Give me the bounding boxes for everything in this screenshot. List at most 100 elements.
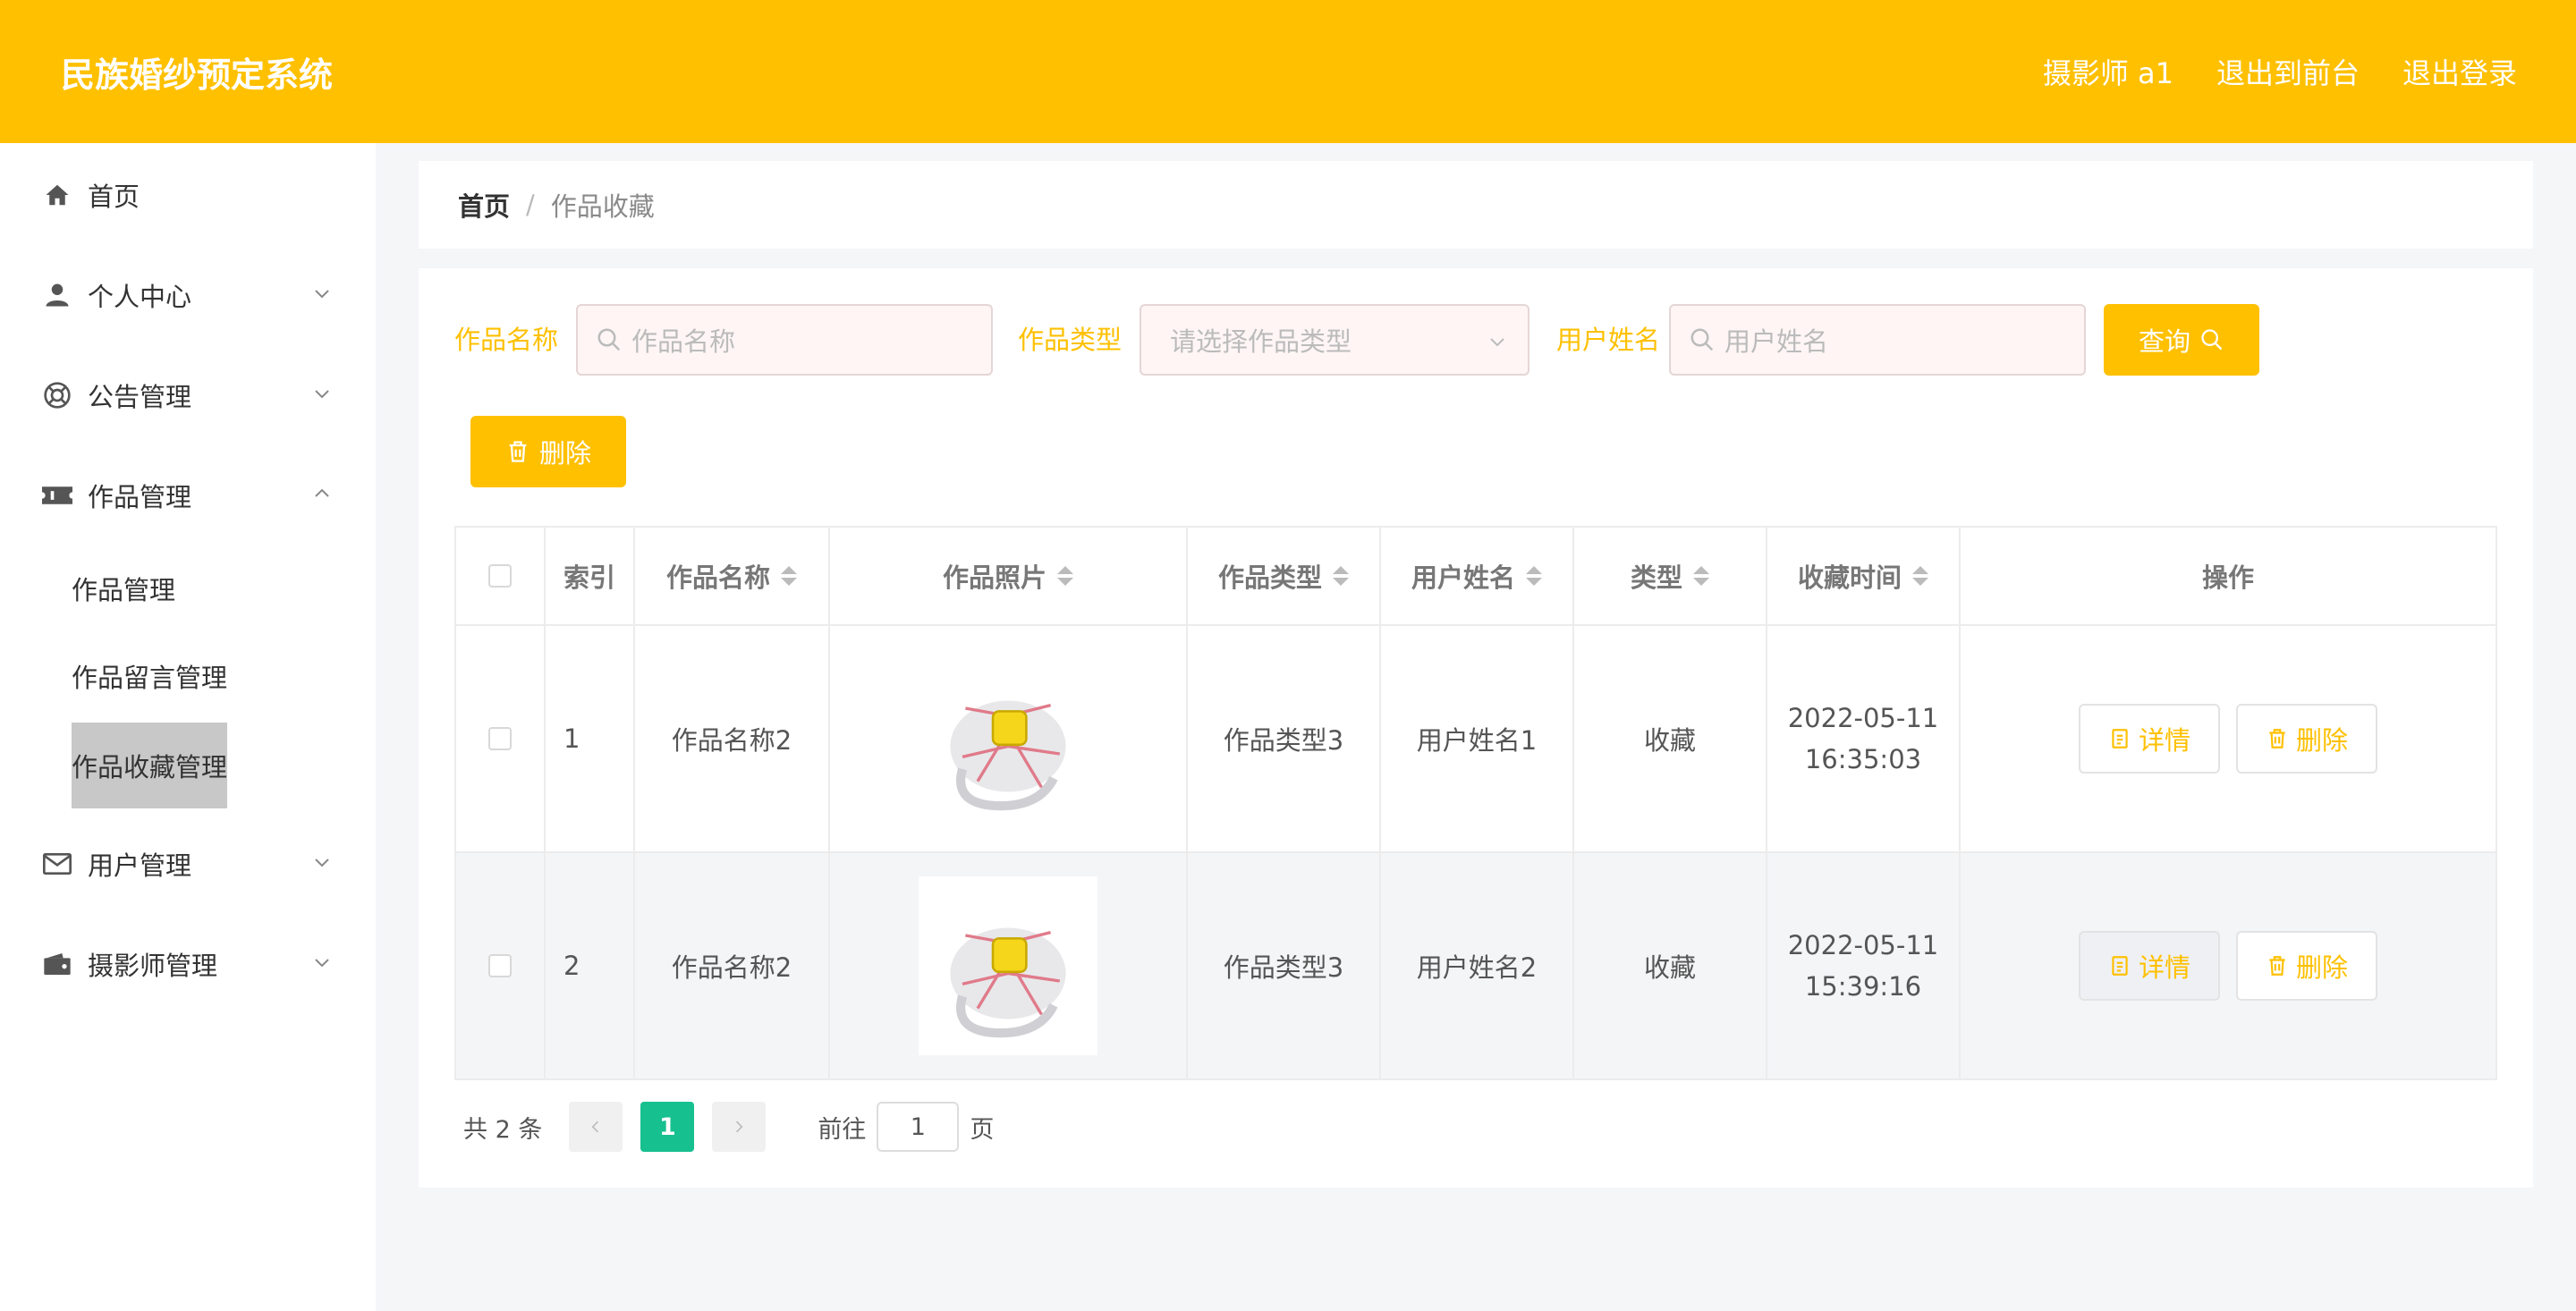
chevron-down-icon: [315, 390, 329, 399]
sidebar-item-label: 公告管理: [88, 382, 192, 412]
exit-to-frontend-link[interactable]: 退出到前台: [2216, 51, 2360, 92]
cell-kind: 收藏: [1574, 853, 1767, 1078]
document-icon: [2112, 956, 2128, 976]
header-user-name[interactable]: 用户姓名: [1381, 528, 1574, 624]
goto-label: 前往: [818, 1115, 867, 1144]
prev-page-button[interactable]: [569, 1102, 623, 1152]
cell-actions: 详情 删除: [1961, 626, 2496, 851]
detail-button[interactable]: 详情: [2079, 931, 2220, 1001]
query-button[interactable]: 查询: [2104, 304, 2259, 376]
work-type-placeholder: 请选择作品类型: [1170, 326, 1352, 357]
goto-page-input[interactable]: 1: [877, 1102, 960, 1152]
home-icon: [41, 179, 73, 211]
work-name-label: 作品名称: [454, 325, 559, 355]
sidebar-item-home[interactable]: 首页: [0, 145, 376, 245]
row-checkbox[interactable]: [488, 727, 512, 750]
sidebar-item-personal-center[interactable]: 个人中心: [0, 245, 376, 345]
sort-icon[interactable]: [781, 566, 797, 586]
work-name-input[interactable]: 作品名称: [576, 304, 993, 376]
sort-icon[interactable]: [1057, 566, 1073, 586]
sidebar-item-users[interactable]: 用户管理: [0, 814, 376, 914]
cell-actions: 详情 删除: [1961, 853, 2496, 1078]
trash-icon: [2269, 729, 2285, 749]
cell-index: 2: [546, 853, 635, 1078]
chevron-right-icon: [736, 1121, 743, 1133]
row-checkbox-cell: [456, 626, 546, 851]
work-type-label: 作品类型: [1018, 325, 1123, 355]
breadcrumb: 首页 / 作品收藏: [419, 161, 2533, 249]
batch-delete-label: 删除: [538, 438, 591, 469]
ring-photo[interactable]: [919, 649, 1097, 828]
sidebar-subitem-work-comments[interactable]: 作品留言管理: [72, 633, 227, 719]
sort-icon[interactable]: [1333, 566, 1349, 586]
user-name-input[interactable]: 用户姓名: [1669, 304, 2086, 376]
page-suffix: 页: [970, 1115, 995, 1144]
detail-button[interactable]: 详情: [2079, 704, 2220, 774]
work-type-select[interactable]: 请选择作品类型: [1140, 304, 1530, 376]
user-name-label: 用户姓名: [1556, 325, 1661, 355]
header-index: 索引: [546, 528, 635, 624]
chevron-up-icon: [315, 488, 329, 497]
chevron-down-icon: [315, 290, 329, 299]
cell-user-name: 用户姓名2: [1381, 853, 1574, 1078]
header-work-type[interactable]: 作品类型: [1188, 528, 1381, 624]
batch-delete-button[interactable]: 删除: [470, 416, 626, 487]
table-header-row: 索引 作品名称 作品照片 作品类型 用户姓名 类型 收藏时间 操作: [456, 528, 2496, 626]
ring-photo[interactable]: [919, 876, 1097, 1055]
chevron-down-icon: [315, 858, 329, 867]
total-count: 共 2 条: [463, 1115, 543, 1144]
cell-favorite-time: 2022-05-11 16:35:03: [1767, 626, 1961, 851]
ticket-icon: [41, 479, 73, 512]
table-row: 2 作品名称2 作品类型3 用户姓名2 收藏 2022-05-11 15:39:1…: [456, 853, 2496, 1080]
row-delete-button[interactable]: 删除: [2236, 931, 2377, 1001]
cell-work-type: 作品类型3: [1188, 853, 1381, 1078]
header-work-name[interactable]: 作品名称: [635, 528, 830, 624]
sidebar-item-announcement[interactable]: 公告管理: [0, 345, 376, 445]
sort-icon[interactable]: [1693, 566, 1709, 586]
row-checkbox-cell: [456, 853, 546, 1078]
select-all-checkbox[interactable]: [488, 564, 512, 588]
cell-index: 1: [546, 626, 635, 851]
search-row: 作品名称 作品名称 作品类型 请选择作品类型 用户姓名 用户姓名 查询: [454, 304, 2512, 376]
sidebar-item-label: 个人中心: [88, 282, 192, 312]
chevron-down-icon: [315, 959, 329, 968]
search-icon: [2201, 329, 2223, 351]
sidebar-subitem-works[interactable]: 作品管理: [72, 546, 175, 631]
document-icon: [2112, 729, 2128, 749]
sidebar-item-works[interactable]: 作品管理: [0, 445, 376, 546]
ring-image-icon: [950, 700, 1066, 811]
sidebar-item-label: 用户管理: [88, 850, 192, 881]
next-page-button[interactable]: [712, 1102, 767, 1152]
header-checkbox-cell: [456, 528, 546, 624]
sidebar-item-label: 作品管理: [88, 482, 192, 512]
sort-icon[interactable]: [1912, 566, 1928, 586]
chevron-down-icon: [1490, 338, 1504, 347]
cell-work-photo: [830, 626, 1188, 851]
logout-link[interactable]: 退出登录: [2402, 51, 2517, 92]
sidebar-item-label: 首页: [88, 182, 140, 212]
sidebar-item-photographers[interactable]: 摄影师管理: [0, 914, 376, 1014]
header-kind[interactable]: 类型: [1574, 528, 1767, 624]
page-number-button[interactable]: 1: [640, 1102, 695, 1152]
cell-favorite-time: 2022-05-11 15:39:16: [1767, 853, 1961, 1078]
wallet-icon: [41, 948, 73, 980]
search-icon: [1690, 328, 1714, 351]
cell-work-name: 作品名称2: [635, 853, 830, 1078]
breadcrumb-current: 作品收藏: [550, 191, 655, 222]
row-checkbox[interactable]: [488, 954, 512, 977]
header-favorite-time[interactable]: 收藏时间: [1767, 528, 1961, 624]
row-delete-button[interactable]: 删除: [2236, 704, 2377, 774]
header-nav: 摄影师 a1 退出到前台 退出登录: [2043, 51, 2517, 92]
ring-image-icon: [950, 927, 1066, 1038]
search-icon: [597, 328, 621, 351]
sidebar-subitem-work-favorites[interactable]: 作品收藏管理: [72, 723, 228, 808]
breadcrumb-home[interactable]: 首页: [458, 186, 510, 224]
header-work-photo[interactable]: 作品照片: [830, 528, 1188, 624]
table-row: 1 作品名称2 作品类型3 用户姓名1 收藏 2022-05-11 16:35:0…: [456, 626, 2496, 853]
pagination: 共 2 条 1 前往 1 页: [463, 1100, 994, 1154]
photographer-account-link[interactable]: 摄影师 a1: [2043, 51, 2174, 92]
cell-work-name: 作品名称2: [635, 626, 830, 851]
main-panel: 作品名称 作品名称 作品类型 请选择作品类型 用户姓名 用户姓名 查询 删除 索…: [419, 268, 2533, 1188]
sort-icon[interactable]: [1526, 566, 1542, 586]
header-actions: 操作: [2201, 562, 2254, 593]
